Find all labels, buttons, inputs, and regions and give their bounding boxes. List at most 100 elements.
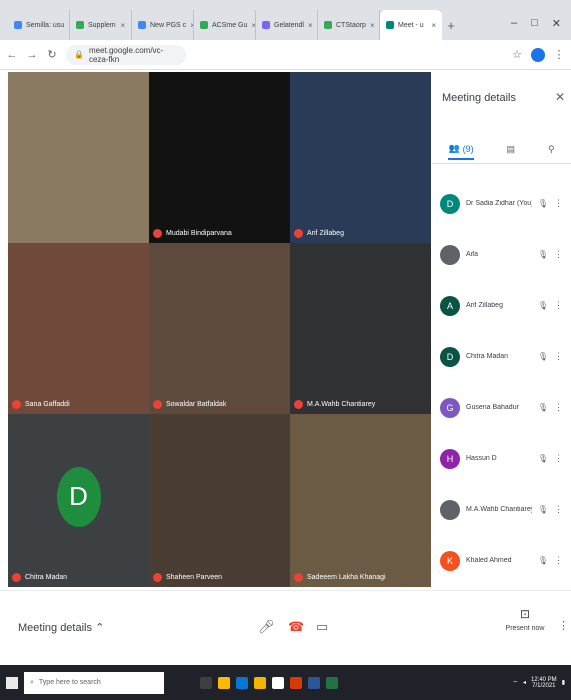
participant-row[interactable]: H Hassun D 🎙︎ ⋮ <box>432 433 571 484</box>
address-bar[interactable]: 🔒 meet.google.com/vc-ceza-fkn <box>66 44 186 65</box>
video-tile[interactable]: Arif Zillabeg <box>290 72 431 243</box>
forward-icon[interactable]: → <box>26 49 38 61</box>
participant-name: Hassun D <box>466 455 497 462</box>
participant-row[interactable]: D Chitra Madan 🎙︎ ⋮ <box>432 331 571 382</box>
wifi-icon[interactable]: ⌔ <box>512 679 518 687</box>
taskbar-search[interactable]: ⌕ Type here to search <box>24 671 164 694</box>
chrome-icon[interactable] <box>254 676 266 689</box>
leave-call-button[interactable]: ☎︎ <box>288 619 304 635</box>
participant-name: Dr Sadia Zidhar (You) <box>466 200 532 207</box>
participant-name: Arif Zillabeg <box>307 230 344 237</box>
more-options-icon[interactable]: ⋮ <box>558 619 569 632</box>
word-icon[interactable] <box>308 676 320 689</box>
present-now-button[interactable]: ⊡ Present now <box>505 607 545 632</box>
participant-list: D Dr Sadia Zidhar (You) 🎙︎ ⋮ Aifa 🎙︎ ⋮ A Arif Zi… <box>432 178 571 586</box>
participant-name: Sadeeem Lakha Khanagi <box>307 574 386 581</box>
participant-name: Khaled Ahmed <box>466 557 512 564</box>
browser-tab[interactable]: Gelatendl × <box>256 10 318 40</box>
participant-name-tag: Arif Zillabeg <box>294 229 344 238</box>
powerpoint-icon[interactable] <box>290 676 302 689</box>
store-icon[interactable] <box>272 676 284 689</box>
participant-avatar <box>440 244 460 265</box>
close-tab-icon[interactable]: × <box>308 21 313 30</box>
participant-avatar: H <box>440 448 460 469</box>
menu-icon[interactable]: ⋮ <box>553 48 565 61</box>
video-tile[interactable]: Mudabi Bindiparvana <box>149 72 290 243</box>
browser-tab[interactable]: Semilla: usu× <box>8 10 70 40</box>
tab-activities[interactable]: ⚲ <box>548 144 555 159</box>
participant-row[interactable]: M.A.Wahb Chantiarey 🎙︎ ⋮ <box>432 484 571 535</box>
tab-label: Gelatendl <box>274 21 304 29</box>
participant-row[interactable]: G Gusena Bahadur 🎙︎ ⋮ <box>432 382 571 433</box>
close-tab-icon[interactable]: × <box>120 21 125 30</box>
close-panel-icon[interactable]: ✕ <box>555 90 565 104</box>
maximize-icon[interactable]: □ <box>531 17 538 30</box>
video-tile[interactable]: D Chitra Madan <box>8 414 149 587</box>
volume-icon[interactable]: ◂ <box>523 679 526 686</box>
participant-row[interactable]: A Arif Zillabeg 🎙︎ ⋮ <box>432 280 571 331</box>
search-icon: ⌕ <box>30 678 34 686</box>
lock-icon: 🔒 <box>74 50 84 59</box>
panel-title: Meeting details <box>442 92 516 104</box>
tab-people[interactable]: 👥 (9) <box>448 143 474 160</box>
participant-row[interactable]: K Khaled Ahmed 🎙︎ ⋮ <box>432 535 571 586</box>
profile-avatar[interactable] <box>531 47 545 62</box>
mic-status-icon: 🎙︎ <box>537 301 548 310</box>
close-window-icon[interactable]: ✕ <box>552 17 561 30</box>
tab-label: New PGS c <box>150 21 187 29</box>
avatar: D <box>56 466 101 527</box>
browser-tab[interactable]: Supplem × <box>70 10 132 40</box>
mic-button[interactable]: 🎤︎ <box>258 619 275 635</box>
clock[interactable]: 12:40 PM 7/1/2021 <box>531 677 557 689</box>
camera-icon: ▭ <box>316 619 329 634</box>
reload-icon[interactable]: ↻ <box>46 48 58 61</box>
star-icon[interactable]: ☆ <box>511 48 523 61</box>
new-tab-button[interactable]: + <box>442 10 460 40</box>
tab-chat[interactable]: ▤ <box>507 144 516 159</box>
favicon-icon <box>138 21 146 29</box>
task-view-icon[interactable] <box>200 676 212 689</box>
participant-more-icon[interactable]: ⋮ <box>554 198 563 209</box>
participant-more-icon[interactable]: ⋮ <box>554 249 563 260</box>
browser-tab[interactable]: ACSme Gu × <box>194 10 256 40</box>
camera-button[interactable]: ▭ <box>316 619 328 635</box>
edge-icon[interactable] <box>236 676 248 689</box>
close-tab-icon[interactable]: × <box>370 21 375 30</box>
video-tile[interactable]: Sowaldar Batfaldak <box>149 243 290 414</box>
participant-more-icon[interactable]: ⋮ <box>554 453 563 464</box>
video-tile[interactable]: M.A.Wahb Chantiarey <box>290 243 431 414</box>
mic-off-icon <box>153 573 162 582</box>
participant-row[interactable]: D Dr Sadia Zidhar (You) 🎙︎ ⋮ <box>432 178 571 229</box>
participant-more-icon[interactable]: ⋮ <box>554 351 563 362</box>
system-tray: ⌔ ◂ 12:40 PM 7/1/2021 ▮ <box>512 677 565 689</box>
back-icon[interactable]: ← <box>6 49 18 61</box>
video-tile[interactable]: Sana Gaffaddi <box>8 243 149 414</box>
browser-tab[interactable]: Meet - u × <box>380 10 442 40</box>
browser-tab[interactable]: New PGS c× <box>132 10 194 40</box>
favicon-icon <box>262 21 270 29</box>
mic-off-icon <box>294 400 303 409</box>
participant-name-tag: M.A.Wahb Chantiarey <box>294 400 375 409</box>
activities-icon: ⚲ <box>547 144 555 154</box>
minimize-icon[interactable]: – <box>511 17 517 30</box>
mic-status-icon: 🎙︎ <box>537 454 548 463</box>
file-explorer-icon[interactable] <box>218 676 230 689</box>
mic-status-icon: 🎙︎ <box>537 352 548 361</box>
tab-label: Semilla: usu <box>26 21 65 29</box>
participant-more-icon[interactable]: ⋮ <box>554 555 563 566</box>
video-tile[interactable]: Shaheen Parveen <box>149 414 290 587</box>
start-icon[interactable] <box>6 676 18 689</box>
participant-more-icon[interactable]: ⋮ <box>554 300 563 311</box>
participant-more-icon[interactable]: ⋮ <box>554 402 563 413</box>
participant-more-icon[interactable]: ⋮ <box>554 504 563 515</box>
participant-row[interactable]: Aifa 🎙︎ ⋮ <box>432 229 571 280</box>
video-tile[interactable] <box>8 72 149 243</box>
close-tab-icon[interactable]: × <box>431 21 436 30</box>
excel-icon[interactable] <box>326 676 338 689</box>
video-grid: Mudabi Bindiparvana Arif Zillabeg Sana Gaf… <box>8 72 431 587</box>
browser-tab[interactable]: CTStaorp × <box>318 10 380 40</box>
notifications-icon[interactable]: ▮ <box>562 679 565 686</box>
video-tile[interactable]: Sadeeem Lakha Khanagi <box>290 414 431 587</box>
meeting-details-button[interactable]: Meeting details ⌃ <box>18 621 104 634</box>
meet-content: Mudabi Bindiparvana Arif Zillabeg Sana Gaf… <box>0 70 571 590</box>
